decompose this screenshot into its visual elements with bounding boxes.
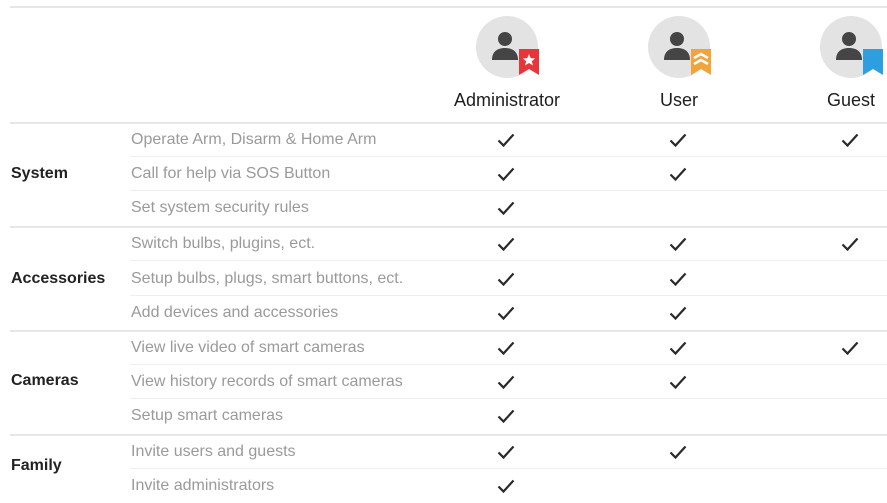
check-icon [669,272,687,287]
table-row: Setup smart cameras [10,399,887,433]
check-icon [497,479,515,494]
check-icon [497,375,515,390]
table-row: View history records of smart cameras [10,365,887,399]
section-family: Family Invite users and guests Invite ad… [10,434,887,501]
check-icon [497,133,515,148]
role-name: Administrator [453,90,561,110]
check-icon [669,167,687,182]
table-row: View live video of smart cameras [10,331,887,365]
top-divider [10,6,887,8]
row-divider [130,260,887,261]
feature-label: View history records of smart cameras [131,373,403,390]
check-icon [497,306,515,321]
role-name: Guest [826,90,876,110]
check-icon [841,133,859,148]
star-ribbon-icon [519,49,539,75]
table-row: Invite users and guests [10,435,887,469]
feature-label: Call for help via SOS Button [131,165,331,182]
check-icon [669,341,687,356]
check-icon [669,133,687,148]
check-icon [841,237,859,252]
check-icon [497,201,515,216]
check-icon [497,409,515,424]
table-row: Add devices and accessories [10,296,887,330]
feature-label: Setup bulbs, plugs, smart buttons, ect. [131,270,404,287]
table-row: Call for help via SOS Button [10,157,887,191]
check-icon [497,237,515,252]
role-user: User [599,16,759,111]
person-icon [836,32,862,60]
check-icon [669,445,687,460]
section-accessories: Accessories Switch bulbs, plugins, ect. … [10,226,887,331]
feature-label: Invite administrators [131,477,275,494]
table-row: Operate Arm, Disarm & Home Arm [10,123,887,157]
feature-label: Add devices and accessories [131,304,339,321]
table-row: Setup bulbs, plugs, smart buttons, ect. [10,262,887,296]
check-icon [497,167,515,182]
table-row: Set system security rules [10,191,887,225]
chevron-ribbon-icon [691,49,711,75]
role-name: User [659,90,698,110]
check-icon [497,341,515,356]
feature-label: Setup smart cameras [131,407,284,424]
check-icon [497,272,515,287]
check-icon [497,445,515,460]
section-system: System Operate Arm, Disarm & Home Arm Ca… [10,122,887,227]
table-row: Invite administrators [10,469,887,503]
feature-label: Invite users and guests [131,443,296,460]
feature-label: Set system security rules [131,199,309,216]
avatar [476,16,539,78]
role-guest: Guest [771,16,887,111]
person-icon [492,32,518,60]
person-icon [664,32,690,60]
check-icon [841,341,859,356]
check-icon [669,237,687,252]
role-administrator: Administrator [427,16,587,111]
feature-label: Switch bulbs, plugins, ect. [131,235,316,252]
table-row: Switch bulbs, plugins, ect. [10,227,887,261]
check-icon [669,306,687,321]
section-cameras: Cameras View live video of smart cameras… [10,330,887,435]
ribbon-icon [863,49,883,75]
check-icon [669,375,687,390]
avatar [820,16,883,78]
feature-label: Operate Arm, Disarm & Home Arm [131,131,377,148]
avatar [648,16,711,78]
feature-label: View live video of smart cameras [131,339,365,356]
